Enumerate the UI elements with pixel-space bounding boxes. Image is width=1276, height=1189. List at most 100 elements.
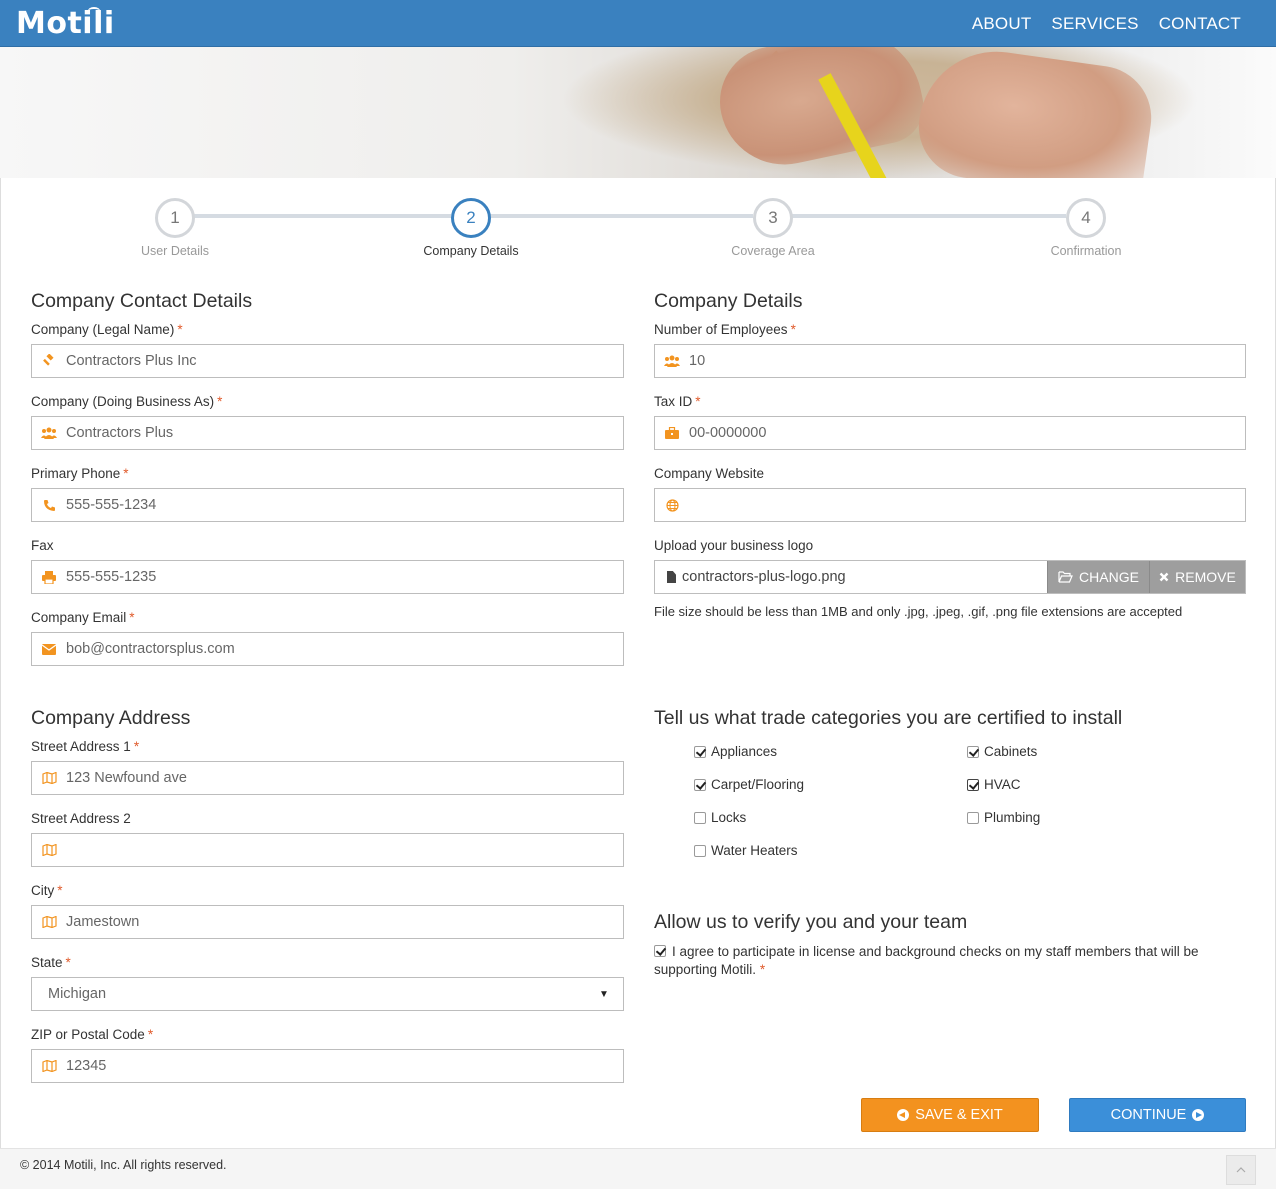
map-icon	[32, 916, 66, 928]
arrow-circle-left-icon	[897, 1109, 910, 1121]
phone-label: Primary Phone *	[31, 466, 129, 481]
trades-section-title: Tell us what trade categories you are ce…	[654, 707, 1123, 729]
checkbox-empty-icon	[694, 811, 706, 824]
logo-upload-label: Upload your business logo	[654, 538, 814, 553]
step-4-label: Confirmation	[1050, 244, 1122, 258]
company-section-title: Company Details	[654, 290, 803, 312]
map-icon	[32, 1060, 66, 1072]
employees-value: 10	[689, 353, 706, 369]
checkbox-empty-icon	[967, 811, 979, 824]
caret-down-icon: ▼	[599, 988, 609, 1000]
trade-plumbing-checkbox[interactable]: Plumbing	[967, 810, 1040, 825]
step-2-label: Company Details	[423, 244, 519, 258]
email-value: bob@contractorsplus.com	[66, 641, 235, 657]
file-icon	[667, 571, 676, 583]
step-connector	[194, 214, 451, 218]
checkbox-checked-icon	[967, 745, 979, 758]
fax-value: 555-555-1235	[66, 569, 157, 585]
folder-open-icon	[1058, 571, 1073, 583]
step-connector	[792, 214, 1066, 218]
continue-button[interactable]: CONTINUE	[1069, 1098, 1246, 1132]
step-1-circle[interactable]: 1	[155, 198, 195, 238]
agree-text: I agree to participate in license and ba…	[654, 944, 1199, 977]
trade-water-heaters-checkbox[interactable]: Water Heaters	[694, 843, 798, 858]
verify-section-title: Allow us to verify you and your team	[654, 911, 968, 933]
step-1-label: User Details	[140, 244, 210, 258]
step-2-circle[interactable]: 2	[451, 198, 491, 238]
employees-label: Number of Employees *	[654, 322, 796, 337]
printer-icon	[32, 570, 66, 584]
state-label: State *	[31, 955, 71, 970]
street2-label: Street Address 2	[31, 811, 131, 826]
website-label: Company Website	[654, 466, 765, 481]
phone-value: 555-555-1234	[66, 497, 157, 513]
users-icon	[655, 355, 689, 367]
hero-banner-image	[0, 47, 1276, 178]
nav-contact-link[interactable]: CONTACT	[1159, 14, 1241, 34]
logo-upload-control: contractors-plus-logo.png CHANGE REMOVE	[654, 560, 1246, 594]
trade-cabinets-checkbox[interactable]: Cabinets	[967, 744, 1037, 759]
street1-field[interactable]: 123 Newfound ave	[31, 761, 624, 795]
checkbox-checked-icon	[967, 778, 979, 791]
agree-checkbox-row[interactable]: I agree to participate in license and ba…	[654, 943, 1234, 979]
page-footer: © 2014 Motili, Inc. All rights reserved.	[0, 1148, 1276, 1189]
logo-filename-display: contractors-plus-logo.png	[655, 561, 1047, 593]
motili-logo[interactable]: Motili	[16, 6, 115, 41]
tax-id-label: Tax ID *	[654, 394, 701, 409]
nav-services-link[interactable]: SERVICES	[1051, 14, 1138, 34]
nav-about-link[interactable]: ABOUT	[972, 14, 1032, 34]
dba-value: Contractors Plus	[66, 425, 174, 441]
street1-value: 123 Newfound ave	[66, 770, 187, 786]
logo-upload-note: File size should be less than 1MB and on…	[654, 604, 1183, 619]
agree-checkbox[interactable]	[654, 945, 666, 957]
globe-icon	[655, 498, 689, 512]
trade-locks-checkbox[interactable]: Locks	[694, 810, 746, 825]
city-label: City *	[31, 883, 63, 898]
dba-label: Company (Doing Business As) *	[31, 394, 223, 409]
scroll-to-top-button[interactable]	[1226, 1155, 1256, 1185]
zip-field[interactable]: 12345	[31, 1049, 624, 1083]
save-and-exit-button[interactable]: SAVE & EXIT	[861, 1098, 1039, 1132]
tax-id-value: 00-0000000	[689, 425, 767, 441]
email-field[interactable]: bob@contractorsplus.com	[31, 632, 624, 666]
logo-filename: contractors-plus-logo.png	[682, 569, 846, 585]
street1-label: Street Address 1 *	[31, 739, 140, 754]
website-field[interactable]	[654, 488, 1246, 522]
remove-logo-button[interactable]: REMOVE	[1149, 561, 1245, 593]
email-label: Company Email *	[31, 610, 135, 625]
phone-field[interactable]: 555-555-1234	[31, 488, 624, 522]
step-3-label: Coverage Area	[731, 244, 815, 258]
users-icon	[32, 427, 66, 439]
tax-id-field[interactable]: 00-0000000	[654, 416, 1246, 450]
city-value: Jamestown	[66, 914, 140, 930]
checkbox-checked-icon	[694, 778, 706, 791]
step-3-circle[interactable]: 3	[753, 198, 793, 238]
fax-label: Fax	[31, 538, 54, 553]
fax-field[interactable]: 555-555-1235	[31, 560, 624, 594]
change-logo-button[interactable]: CHANGE	[1047, 561, 1149, 593]
trade-carpet-checkbox[interactable]: Carpet/Flooring	[694, 777, 804, 792]
address-section-title: Company Address	[31, 707, 191, 729]
map-icon	[32, 844, 66, 856]
trade-appliances-checkbox[interactable]: Appliances	[694, 744, 777, 759]
copyright-text: © 2014 Motili, Inc. All rights reserved.	[20, 1158, 227, 1172]
gavel-icon	[32, 354, 66, 368]
checkbox-empty-icon	[694, 844, 706, 857]
top-navbar: Motili ABOUT SERVICES CONTACT	[0, 0, 1276, 47]
state-select[interactable]: Michigan ▼	[31, 977, 624, 1011]
arrow-circle-right-icon	[1192, 1109, 1205, 1121]
state-value: Michigan	[48, 986, 107, 1002]
chevron-up-icon	[1236, 1167, 1246, 1173]
employees-field[interactable]: 10	[654, 344, 1246, 378]
dba-field[interactable]: Contractors Plus	[31, 416, 624, 450]
city-field[interactable]: Jamestown	[31, 905, 624, 939]
envelope-icon	[32, 643, 66, 655]
street2-field[interactable]	[31, 833, 624, 867]
legal-name-value: Contractors Plus Inc	[66, 353, 197, 369]
close-icon	[1159, 572, 1169, 582]
trade-hvac-checkbox[interactable]: HVAC	[967, 777, 1021, 792]
checkbox-checked-icon	[694, 745, 706, 758]
step-4-circle[interactable]: 4	[1066, 198, 1106, 238]
phone-icon	[32, 499, 66, 512]
legal-name-field[interactable]: Contractors Plus Inc	[31, 344, 624, 378]
